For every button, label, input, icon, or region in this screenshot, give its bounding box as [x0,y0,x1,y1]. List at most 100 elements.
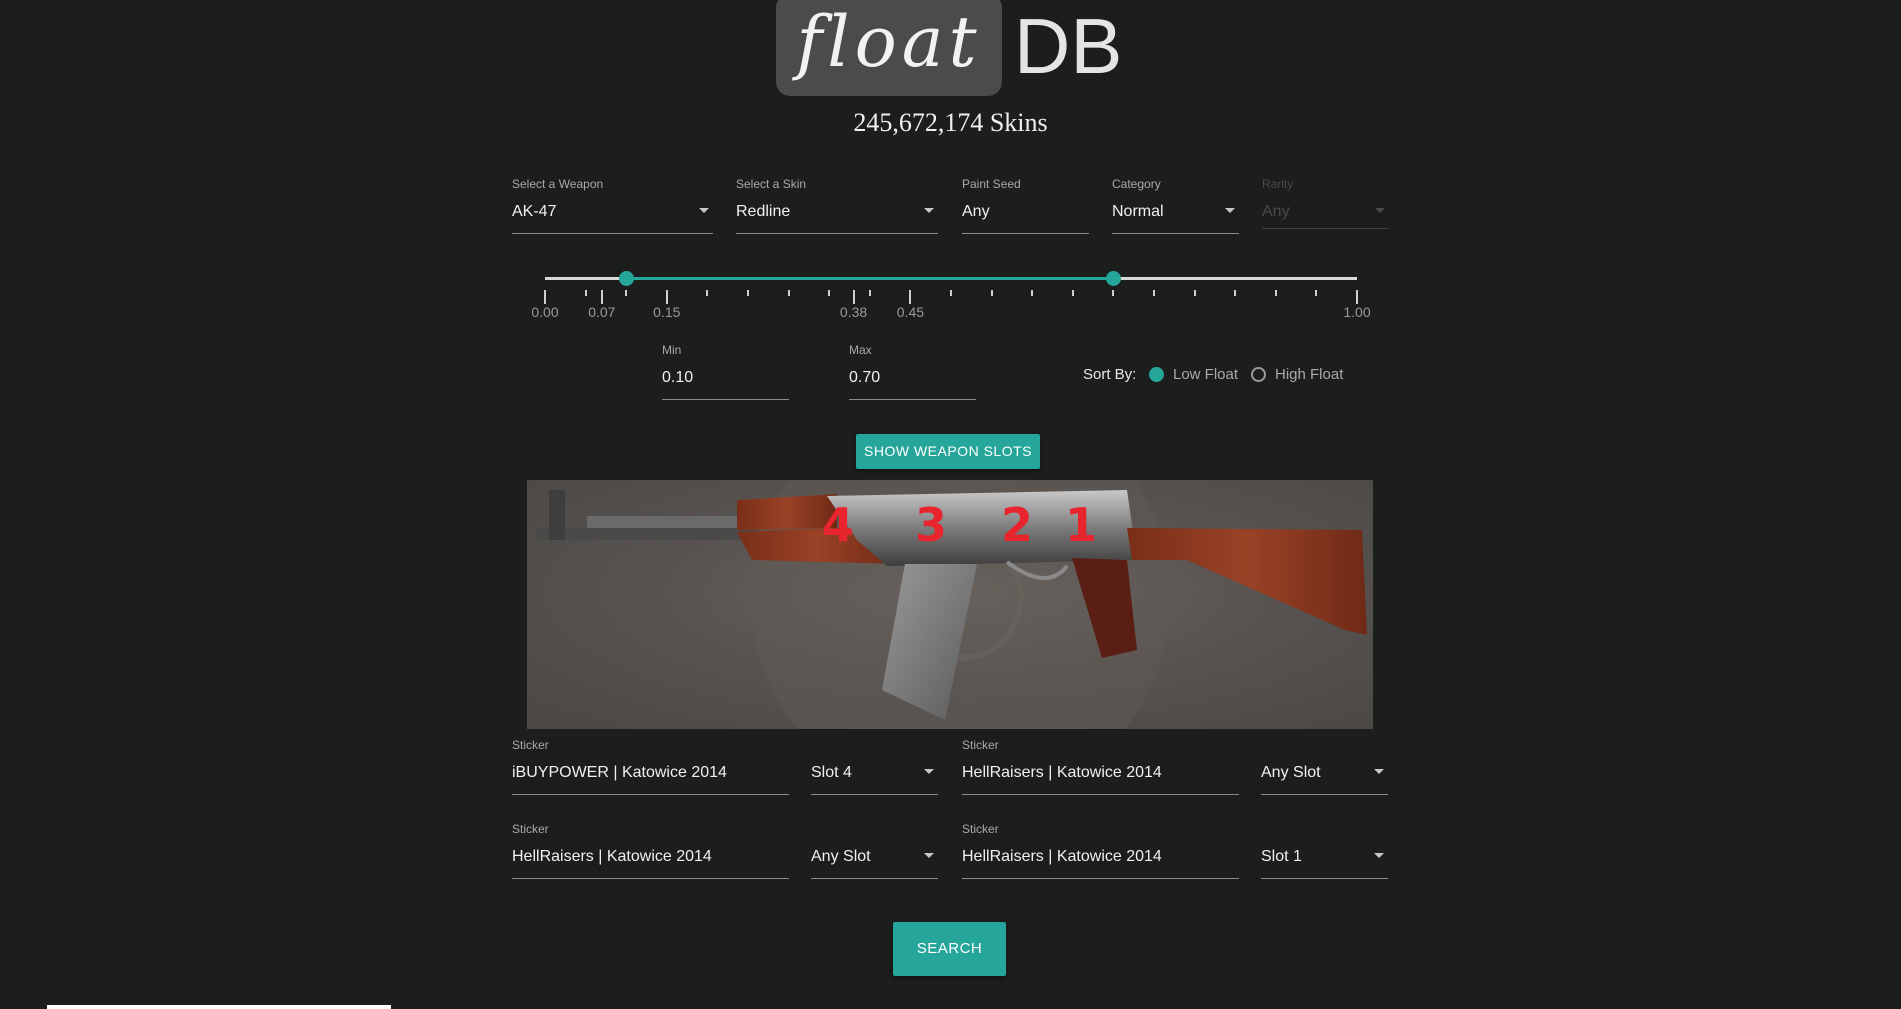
rarity-select-label: Rarity [1262,177,1294,191]
chevron-down-icon [924,853,934,858]
sticker-label: Sticker [962,738,999,752]
slider-min-handle[interactable] [618,271,634,286]
skin-select-label: Select a Skin [736,177,807,191]
rarity-select-value: Any [1262,203,1290,220]
field-underline [1261,878,1388,879]
slider-tick [868,290,871,296]
slider-tick [950,290,952,296]
slider-tick [1031,290,1034,296]
slider-tick [1153,290,1155,296]
field-underline [662,399,789,400]
sort-option-low-float[interactable]: Low Float [1173,366,1238,383]
slider-tick [828,290,831,296]
slider-selected-range [626,277,1114,280]
sticker-slot-select[interactable]: Any Slot [1261,738,1388,795]
logo-float-text: float [776,0,1002,96]
slider-tick [990,290,993,296]
sticker-value: iBUYPOWER | Katowice 2014 [512,764,727,781]
weapon-select-label: Select a Weapon [512,177,604,191]
skin-select-value: Redline [736,203,791,220]
field-underline [962,233,1089,234]
chevron-down-icon [924,769,934,774]
sort-by-label: Sort By: [1083,366,1137,383]
sticker-slot-label [811,738,938,752]
slider-tick [1071,290,1074,296]
slider-tick [1112,290,1115,296]
sticker-label: Sticker [512,738,549,752]
chevron-down-icon [1374,769,1384,774]
slider-tick [706,290,709,296]
sticker-value: HellRaisers | Katowice 2014 [962,764,1162,781]
sticker-slot-select[interactable]: Slot 1 [1261,822,1388,879]
slider-tick-label: 0.15 [653,304,681,320]
slider-tick [1274,290,1277,296]
chevron-down-icon [1375,208,1385,213]
slider-tick-label: 0.38 [839,304,868,320]
ak47-illustration [537,480,1367,729]
radio-low-float[interactable] [1149,367,1164,382]
sticker-slot-select[interactable]: Slot 4 [811,738,938,795]
weapon-slot-number: 2 [1001,498,1034,552]
min-float-value: 0.10 [662,369,694,386]
weapon-slot-number: 4 [822,498,855,552]
sticker-input[interactable]: Sticker HellRaisers | Katowice 2014 [512,822,789,879]
slider-max-handle[interactable] [1105,271,1121,286]
slider-major-tick [600,290,603,304]
sticker-slot-value: Slot 4 [811,764,852,781]
sticker-input[interactable]: Sticker HellRaisers | Katowice 2014 [962,822,1239,879]
paint-seed-value: Any [962,203,990,220]
slider-major-tick [852,290,855,304]
field-underline [1262,228,1389,229]
search-button[interactable]: SEARCH [893,922,1006,976]
category-select-value: Normal [1112,203,1164,220]
field-underline [736,233,938,234]
category-select[interactable]: Category Normal [1112,177,1239,234]
sticker-input[interactable]: Sticker iBUYPOWER | Katowice 2014 [512,738,789,795]
category-select-label: Category [1112,177,1161,191]
min-float-label: Min [662,343,682,357]
weapon-preview-image: 4 321 [527,480,1373,729]
radio-high-float[interactable] [1251,367,1266,382]
weapon-select-value: AK-47 [512,203,557,220]
float-range-slider[interactable]: 0.00 0.07 0.15 0.38 0.45 1.00 [531,268,1371,328]
slider-tick-label: 0.00 [531,304,559,320]
sticker-slot-label [811,822,938,836]
skin-count: 245,672,174 Skins [853,108,1048,137]
show-weapon-slots-button[interactable]: SHOW WEAPON SLOTS [856,434,1040,469]
sticker-value: HellRaisers | Katowice 2014 [512,848,712,865]
slider-major-tick [909,290,912,304]
sticker-slot-label [1261,822,1388,836]
sticker-slot-value: Slot 1 [1261,848,1302,865]
sticker-slot-select[interactable]: Any Slot [811,822,938,879]
slider-major-tick [1356,290,1358,304]
max-float-input[interactable]: Max 0.70 [849,343,976,400]
sticker-value: HellRaisers | Katowice 2014 [962,848,1162,865]
slider-tick [1315,290,1318,296]
sticker-label: Sticker [962,822,999,836]
sticker-input[interactable]: Sticker HellRaisers | Katowice 2014 [962,738,1239,795]
slider-tick [625,290,628,296]
chevron-down-icon [924,208,934,213]
slider-tick [787,290,790,296]
slider-major-tick [665,290,668,304]
sticker-slot-label [1261,738,1388,752]
weapon-select[interactable]: Select a Weapon AK-47 [512,177,713,234]
field-underline [811,878,938,879]
slider-tick [1193,290,1196,296]
field-underline [962,878,1239,879]
paint-seed-label: Paint Seed [962,177,1021,191]
sticker-slot-value: Any Slot [1261,764,1321,781]
skin-select[interactable]: Select a Skin Redline [736,177,938,234]
max-float-label: Max [849,343,872,357]
weapon-slot-number: 1 [1065,498,1098,552]
min-float-input[interactable]: Min 0.10 [662,343,789,400]
field-underline [1112,233,1239,234]
chevron-down-icon [1225,208,1235,213]
slider-tick-label: 0.45 [896,304,925,320]
paint-seed-input[interactable]: Paint Seed Any [962,177,1089,234]
sort-option-high-float[interactable]: High Float [1275,366,1343,383]
rarity-select[interactable]: Rarity Any [1262,177,1389,229]
field-underline [962,794,1239,795]
logo-db-text: DB [1014,2,1123,90]
slider-tick-label: 1.00 [1343,304,1371,320]
